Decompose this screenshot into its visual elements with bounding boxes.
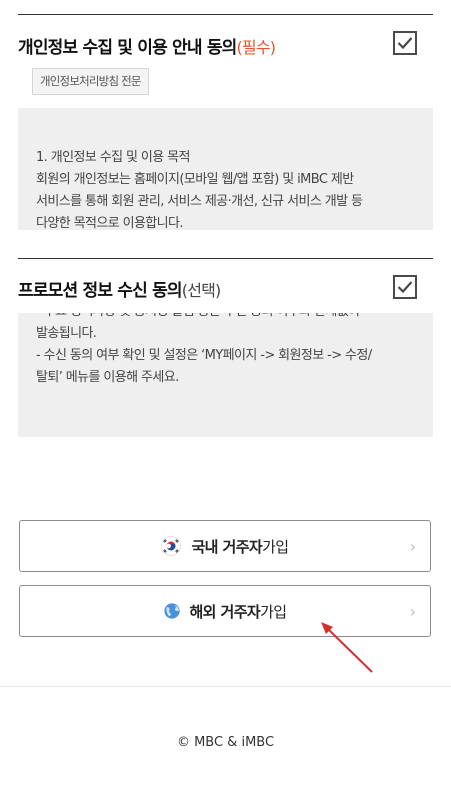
overseas-join-button[interactable]: 해외 거주자 가입 › — [19, 585, 431, 637]
overseas-join-label: 가입 — [260, 602, 287, 621]
globe-icon — [164, 603, 181, 619]
promo-term-line: - 주요 정책사항 및 공지성 알림 등은 수신 동의 여부와 관계없이 — [36, 313, 423, 323]
domestic-join-button[interactable]: 국내 거주자 가입 › — [19, 520, 431, 572]
korea-flag-icon — [161, 536, 182, 556]
domestic-join-label: 가입 — [262, 537, 289, 556]
checkmark-icon — [397, 281, 413, 294]
domestic-join-label-bold: 국내 거주자 — [191, 537, 263, 556]
promo-term-line: 탈퇴’ 메뉴를 이용해 주세요. — [36, 370, 179, 385]
footer-copyright: © MBC & iMBC — [176, 735, 275, 750]
chevron-right-icon: › — [409, 537, 416, 556]
privacy-section-divider — [18, 14, 433, 15]
overseas-join-label-bold: 해외 거주자 — [189, 602, 261, 621]
privacy-agree-checkbox[interactable] — [393, 31, 417, 55]
optional-tag: (선택) — [181, 281, 222, 300]
promo-section-title: 프로모션 정보 수신 동의(선택) — [18, 276, 221, 301]
promo-terms-box[interactable]: - 주요 정책사항 및 공지성 알림 등은 수신 동의 여부와 관계없이 발송됩… — [18, 313, 433, 437]
privacy-term-line: 회원의 개인정보는 홈페이지(모바일 웹/앱 포함) 및 iMBC 제반 — [36, 172, 354, 187]
promo-term-line: - 수신 동의 여부 확인 및 설정은 ‘MY페이지 -> 회원정보 -> 수정… — [36, 348, 372, 363]
promo-agree-checkbox[interactable] — [393, 275, 417, 299]
required-tag: (필수) — [236, 38, 277, 57]
privacy-term-line: 1. 개인정보 수집 및 이용 목적 — [36, 150, 190, 165]
privacy-terms-box[interactable]: 1. 개인정보 수집 및 이용 목적 회원의 개인정보는 홈페이지(모바일 웹/… — [18, 108, 433, 230]
footer-divider — [0, 686, 451, 687]
privacy-title-text: 개인정보 수집 및 이용 안내 동의 — [18, 38, 237, 58]
privacy-policy-full-button[interactable]: 개인정보처리방침 전문 — [32, 68, 149, 95]
chevron-right-icon: › — [409, 602, 416, 621]
promo-section-divider — [18, 258, 433, 259]
promo-term-line: 발송됩니다. — [36, 326, 97, 341]
privacy-section-title: 개인정보 수집 및 이용 안내 동의(필수) — [18, 33, 277, 58]
privacy-term-line: 서비스를 통해 회원 관리, 서비스 제공·개선, 신규 서비스 개발 등 — [36, 194, 363, 209]
checkmark-icon — [397, 37, 413, 50]
privacy-term-line: 다양한 목적으로 이용합니다. — [36, 216, 184, 230]
promo-title-text: 프로모션 정보 수신 동의 — [18, 281, 183, 301]
